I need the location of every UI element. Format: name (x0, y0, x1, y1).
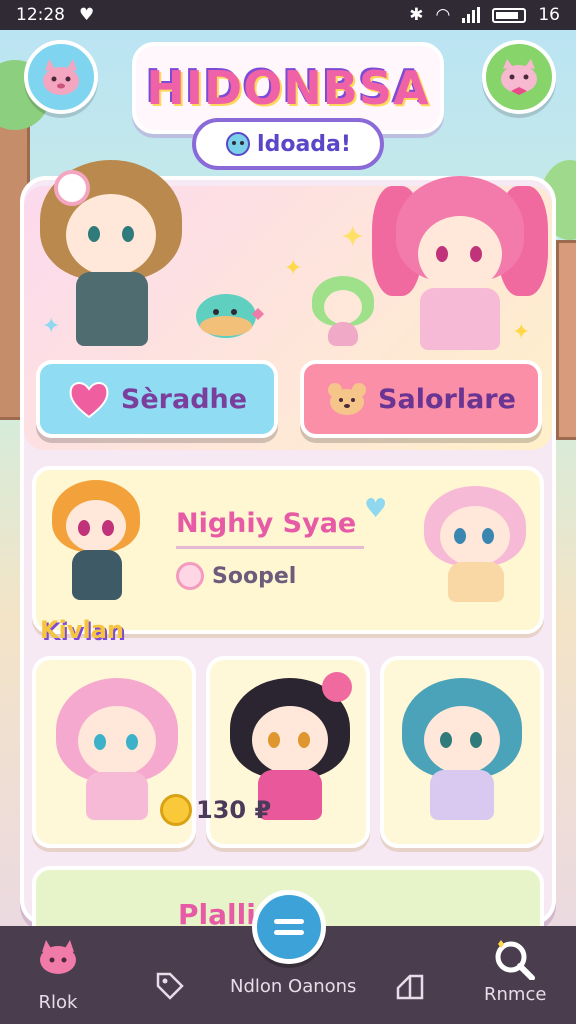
event-character-left (48, 476, 144, 604)
search-icon (495, 940, 536, 980)
event-title: Nighiy Syae (176, 508, 357, 539)
main-menu-button[interactable] (252, 890, 326, 964)
pet-home-icon (40, 940, 76, 974)
bear-face-icon (328, 383, 367, 415)
nav-item-center-label[interactable]: Ndlon Oanons (230, 976, 356, 997)
event-subtitle: Soopel (212, 563, 297, 589)
menu-fab-icon (274, 919, 304, 935)
event-divider (176, 546, 364, 549)
bluetooth-icon: ✱ (409, 5, 424, 25)
wifi-icon: ◠ (435, 5, 451, 25)
nav-label: Rnmce (484, 984, 547, 1005)
chart-icon (396, 974, 424, 1000)
hero-character-small (312, 276, 374, 348)
status-bar: 12:28 ♥ ✱ ◠ 16 (0, 0, 576, 30)
heart-decoration: ♥ (364, 494, 388, 524)
sparkle-decoration: ✦ (512, 320, 531, 345)
nav-label: Rlok (38, 992, 78, 1013)
event-label: Kivlan (40, 616, 124, 644)
signal-icon (462, 7, 481, 23)
heart-icon (69, 382, 109, 419)
hero-left-button[interactable]: Sèradhe (36, 360, 278, 438)
nav-item-home[interactable]: Rlok (34, 938, 82, 1013)
slime-pet (196, 294, 264, 338)
background-building-right (556, 240, 576, 440)
hero-right-button-label: Salorlare (378, 383, 516, 415)
location-icon: ♥ (79, 5, 95, 25)
game-title: HIDONBSA (146, 61, 430, 115)
status-time: 12:28 (16, 5, 65, 25)
game-subtitle-badge: ldoada! (192, 118, 384, 170)
mascot-icon (226, 132, 251, 156)
sparkle-decoration: ✦ (340, 220, 366, 255)
pet-face-icon (501, 59, 537, 95)
game-subtitle: ldoada! (257, 131, 351, 157)
profile-button[interactable] (24, 40, 98, 114)
sparkle-decoration: ✦ (284, 256, 303, 281)
nav-item-tags[interactable] (154, 970, 186, 1002)
hero-left-button-label: Sèradhe (120, 383, 248, 415)
nav-item-search[interactable]: Rnmce (484, 938, 546, 1005)
character-3 (398, 672, 526, 822)
hero-right-button[interactable]: Salorlare (300, 360, 542, 438)
tag-icon (156, 972, 184, 1000)
nav-label: Ndlon Oanons (230, 976, 357, 997)
friends-button[interactable] (482, 40, 556, 114)
sparkle-decoration: ✦ (42, 314, 61, 339)
battery-icon (492, 7, 527, 23)
donut-icon (176, 562, 204, 590)
event-subtitle-row: Soopel (176, 560, 296, 592)
battery-level: 16 (538, 5, 560, 25)
coin-icon (160, 794, 192, 826)
event-character-right (420, 482, 530, 604)
nav-item-stats[interactable] (394, 970, 426, 1002)
price-tag: 130 ₽ (160, 794, 271, 826)
price-value: 130 ₽ (196, 796, 272, 824)
pet-face-icon (43, 59, 79, 95)
